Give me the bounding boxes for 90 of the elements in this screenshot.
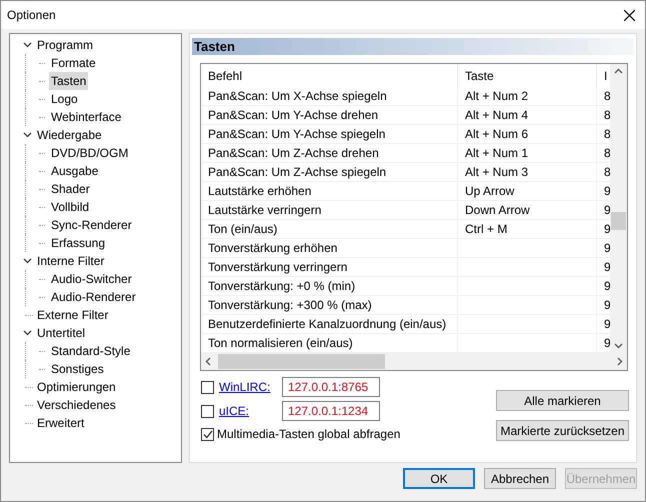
scroll-down-icon[interactable]: [614, 343, 624, 349]
checkbox[interactable]: [201, 380, 214, 394]
tree-item[interactable]: Verschiedenes: [35, 396, 118, 414]
table-cell-text: 9: [604, 259, 610, 276]
tree-item[interactable]: Audio-Switcher: [49, 270, 134, 288]
tree-item[interactable]: Wiedergabe: [35, 126, 104, 144]
table-cell-text: 9: [604, 221, 610, 238]
tree-item[interactable]: Audio-Renderer: [49, 288, 138, 306]
page-title: Tasten: [194, 38, 235, 56]
table-cell-text: Pan&Scan: Um X-Achse spiegeln: [208, 88, 387, 105]
tree-item[interactable]: Programm: [35, 36, 96, 54]
tree-item[interactable]: Standard-Style: [49, 342, 132, 360]
tree-item[interactable]: Formate: [49, 54, 98, 72]
tree-item[interactable]: Vollbild: [49, 198, 92, 216]
tree-item[interactable]: Externe Filter: [35, 306, 110, 324]
table-cell-text: Alt + Num 1: [465, 145, 528, 162]
table-cell-text: Pan&Scan: Um Y-Achse drehen: [208, 107, 378, 124]
address-field[interactable]: 127.0.0.1:1234: [282, 401, 380, 421]
dialog-button: Übernehmen: [565, 468, 637, 489]
window-title: Optionen: [7, 7, 56, 24]
horizontal-scrollbar[interactable]: [201, 353, 627, 370]
address-field[interactable]: 127.0.0.1:8765: [282, 377, 380, 397]
checkbox[interactable]: [201, 404, 214, 418]
table-cell-text: Lautstärke erhöhen: [208, 183, 312, 200]
table-cell-text: 9: [604, 335, 610, 352]
tree-item[interactable]: Sync-Renderer: [49, 216, 134, 234]
table-cell-text: Benutzerdefinierte Kanalzuordnung (ein/aus): [208, 316, 446, 333]
expand-icon[interactable]: [23, 132, 32, 138]
table-cell-text: Alt + Num 3: [465, 164, 528, 181]
table-cell-text: 8: [604, 126, 610, 143]
table-cell-text: 8: [604, 88, 610, 105]
column-header[interactable]: Befehl: [201, 64, 458, 87]
link[interactable]: WinLIRC:: [219, 378, 279, 396]
table-cell-text: Ton (ein/aus): [208, 221, 278, 238]
table-cell-text: Pan&Scan: Um Z-Achse drehen: [208, 145, 379, 162]
tree-item[interactable]: Webinterface: [49, 108, 124, 126]
table-cell-text: Ton normalisieren (ein/aus): [208, 335, 353, 352]
table-cell-text: Tonverstärkung: +300 % (max): [208, 297, 372, 314]
table-cell-text: 9: [604, 297, 610, 314]
table-cell-text: Tonverstärkung verringern: [208, 259, 348, 276]
tree-item[interactable]: Sonstiges: [49, 360, 106, 378]
vertical-scrollbar[interactable]: [610, 64, 627, 353]
tree-item[interactable]: Shader: [49, 180, 92, 198]
scroll-right-icon[interactable]: [617, 357, 623, 366]
table-cell-text: Pan&Scan: Um Z-Achse spiegeln: [208, 164, 386, 181]
table-cell-text: Pan&Scan: Um Y-Achse spiegeln: [208, 126, 386, 143]
action-button[interactable]: Alle markieren: [496, 390, 629, 411]
dialog-button[interactable]: Abbrechen: [484, 468, 556, 489]
table-cell-text: Up Arrow: [465, 183, 514, 200]
tree-item[interactable]: Untertitel: [35, 324, 88, 342]
table-cell-text: 9: [604, 183, 610, 200]
action-button[interactable]: Markierte zurücksetzen: [496, 420, 629, 441]
tree-item[interactable]: Erfassung: [49, 234, 108, 252]
scroll-thumb[interactable]: [218, 354, 385, 369]
table-cell-text: Tonverstärkung: +0 % (min): [208, 278, 356, 295]
table-cell-text: 9: [604, 240, 610, 257]
link[interactable]: uICE:: [219, 402, 279, 420]
close-icon[interactable]: [624, 10, 635, 20]
column-header[interactable]: Taste: [458, 64, 597, 87]
tree-item[interactable]: Interne Filter: [35, 252, 106, 270]
dialog-button[interactable]: OK: [403, 468, 475, 489]
scroll-up-icon[interactable]: [614, 68, 624, 74]
table-cell-text: Alt + Num 2: [465, 88, 528, 105]
expand-icon[interactable]: [23, 258, 32, 264]
table-cell-text: Tonverstärkung erhöhen: [208, 240, 338, 257]
table-cell-text: 9: [604, 316, 610, 333]
table-cell-text: 9: [604, 278, 610, 295]
table-cell-text: Down Arrow: [465, 202, 530, 219]
tree-item[interactable]: Erweitert: [35, 414, 86, 432]
checkbox[interactable]: [201, 428, 214, 440]
table-cell-text: Ctrl + M: [465, 221, 508, 238]
column-header[interactable]: I: [597, 64, 610, 87]
table-cell-text: Lautstärke verringern: [208, 202, 322, 219]
check-icon: [202, 430, 212, 438]
scroll-left-icon[interactable]: [205, 357, 211, 366]
table-cell-text: 8: [604, 145, 610, 162]
table-cell-text: 8: [604, 107, 610, 124]
table-cell-text: 8: [604, 164, 610, 181]
tree-item[interactable]: Ausgabe: [49, 162, 100, 180]
table-cell-text: Alt + Num 6: [465, 126, 528, 143]
expand-icon[interactable]: [23, 42, 32, 48]
checkbox-label[interactable]: Multimedia-Tasten global abfragen: [217, 425, 400, 443]
scroll-thumb[interactable]: [611, 212, 626, 230]
table-cell-text: 9: [604, 202, 610, 219]
tree-item[interactable]: DVD/BD/OGM: [49, 144, 130, 162]
tree-item[interactable]: Tasten: [49, 72, 88, 90]
expand-icon[interactable]: [23, 330, 32, 336]
tree-item[interactable]: Logo: [49, 90, 80, 108]
table-cell-text: Alt + Num 4: [465, 107, 528, 124]
tree-item[interactable]: Optimierungen: [35, 378, 118, 396]
